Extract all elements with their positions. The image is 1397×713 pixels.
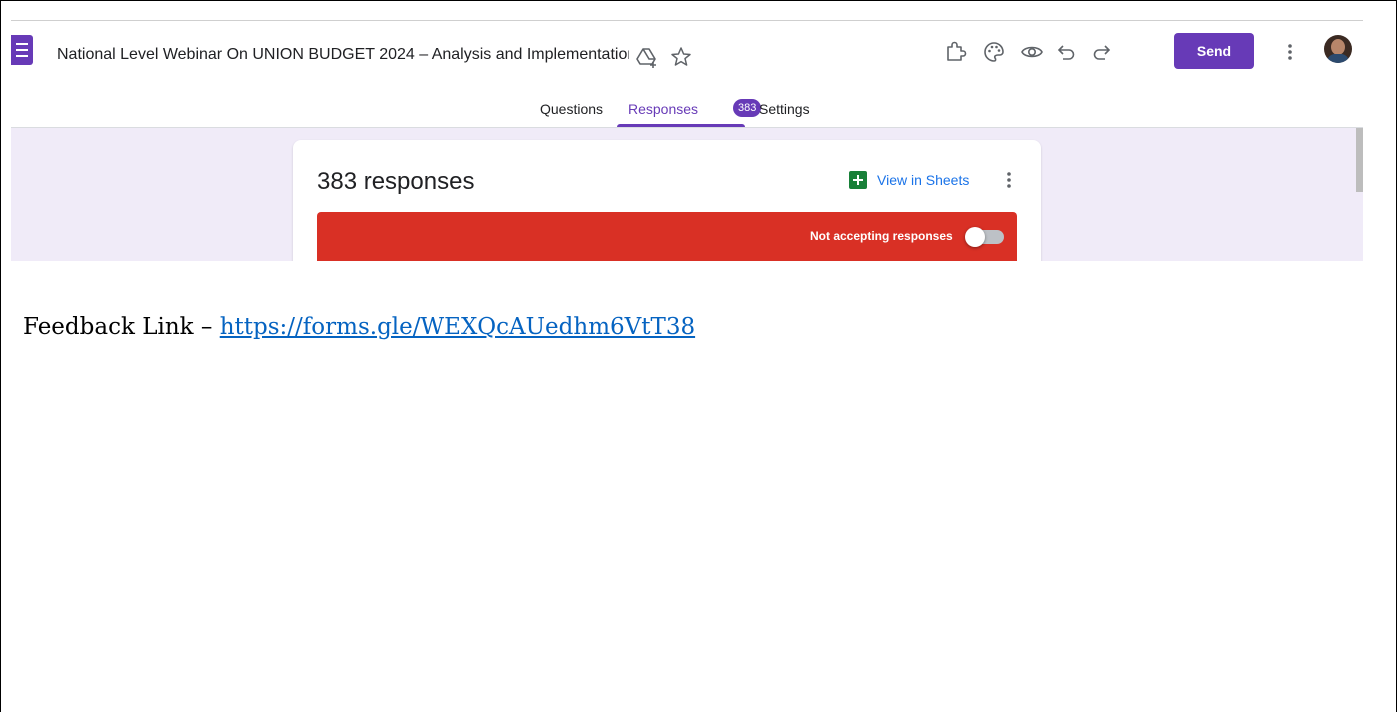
responses-summary-card: 383 responses View in Sheets Not accepti…	[293, 140, 1041, 261]
forms-logo-icon[interactable]	[11, 35, 33, 65]
more-vert-icon[interactable]	[1277, 39, 1303, 65]
top-bar: National Level Webinar On UNION BUDGET 2…	[11, 21, 1363, 89]
tab-responses[interactable]: Responses	[628, 101, 698, 117]
tab-questions[interactable]: Questions	[540, 101, 603, 117]
responses-count-heading: 383 responses	[317, 168, 475, 195]
send-button[interactable]: Send	[1174, 33, 1254, 69]
feedback-label: Feedback Link –	[23, 314, 220, 340]
sheets-icon[interactable]	[849, 171, 867, 189]
palette-icon[interactable]	[981, 39, 1007, 65]
not-accepting-banner: Not accepting responses	[317, 212, 1017, 261]
feedback-line: Feedback Link – https://forms.gle/WEXQcA…	[23, 314, 695, 340]
preview-eye-icon[interactable]	[1019, 39, 1045, 65]
feedback-link[interactable]: https://forms.gle/WEXQcAUedhm6VtT38	[220, 314, 695, 340]
addons-icon[interactable]	[943, 39, 969, 65]
toggle-thumb[interactable]	[965, 227, 985, 247]
avatar[interactable]	[1324, 35, 1352, 63]
move-to-folder-icon[interactable]	[635, 45, 659, 69]
tab-bar: Questions Responses 383 Settings	[11, 91, 1363, 127]
screenshot-frame: National Level Webinar On UNION BUDGET 2…	[0, 0, 1397, 712]
accepting-status-label: Not accepting responses	[810, 229, 953, 243]
scrollbar[interactable]	[1356, 128, 1363, 192]
undo-icon[interactable]	[1054, 39, 1080, 65]
card-more-vert-icon[interactable]	[997, 168, 1021, 192]
form-title[interactable]: National Level Webinar On UNION BUDGET 2…	[57, 46, 629, 64]
responses-count-badge: 383	[733, 99, 762, 117]
google-forms-window: National Level Webinar On UNION BUDGET 2…	[11, 21, 1363, 261]
view-in-sheets-link[interactable]: View in Sheets	[877, 172, 969, 188]
redo-icon[interactable]	[1088, 39, 1114, 65]
responses-content-area: 383 responses View in Sheets Not accepti…	[11, 127, 1363, 261]
star-icon[interactable]	[669, 45, 693, 69]
tab-settings[interactable]: Settings	[759, 101, 810, 117]
